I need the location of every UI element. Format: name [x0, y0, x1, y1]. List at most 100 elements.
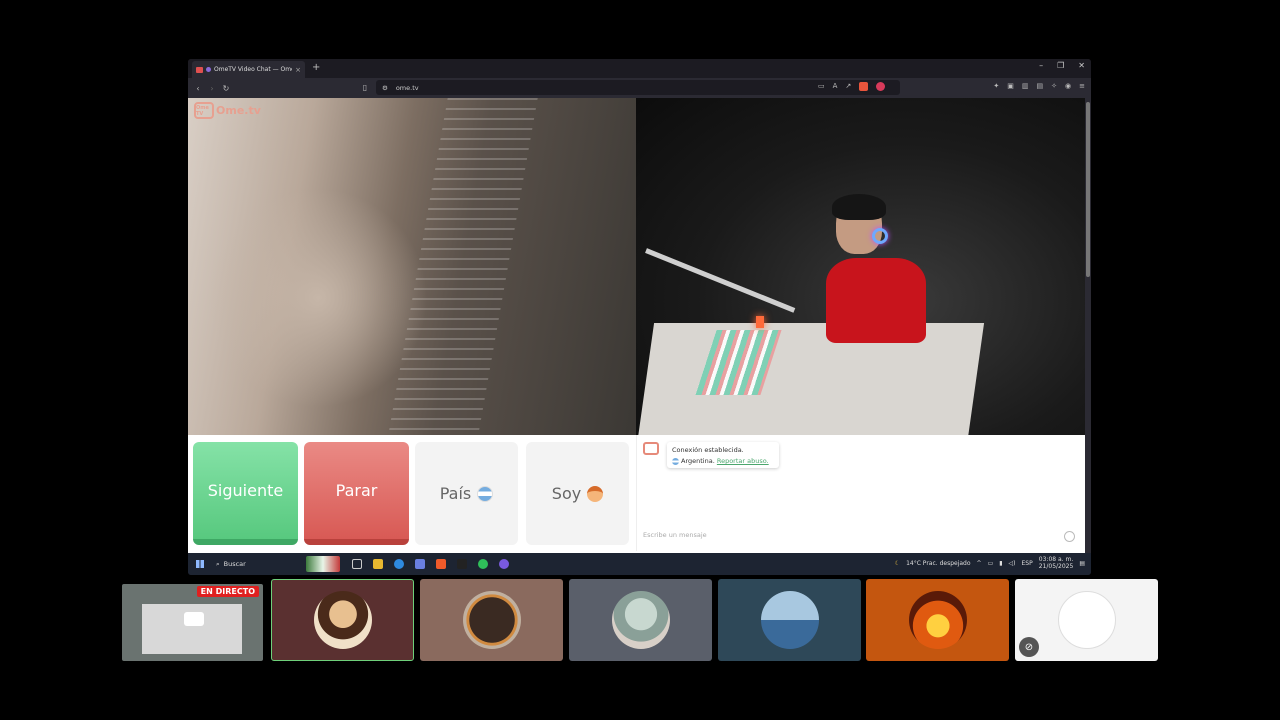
- next-button[interactable]: Siguiente: [193, 442, 298, 545]
- vpn-icon[interactable]: ◉: [1065, 82, 1071, 90]
- task-view-icon[interactable]: [352, 559, 362, 569]
- reload-icon[interactable]: ↻: [219, 84, 233, 93]
- tray-chevron-icon[interactable]: ^: [977, 560, 982, 567]
- store-icon[interactable]: [415, 559, 425, 569]
- share-icon[interactable]: ↗: [845, 82, 851, 91]
- system-message: Conexión establecida. Argentina. Reporta…: [667, 442, 779, 468]
- puzzle-icon[interactable]: ✧: [1051, 82, 1057, 90]
- menu-icon[interactable]: ≡: [1079, 82, 1085, 90]
- participant-5[interactable]: [718, 579, 861, 661]
- tab-ometv[interactable]: OmeTV Video Chat — Omeg ×: [192, 61, 305, 78]
- weather-text[interactable]: 14°C Prac. despejado: [906, 560, 970, 567]
- country-label: País: [439, 484, 472, 503]
- network-icon[interactable]: ▭: [988, 560, 994, 567]
- participant-avatar: [908, 591, 967, 649]
- window-controls: – ❐ ✕: [1039, 61, 1085, 70]
- participant-2[interactable]: [271, 579, 414, 661]
- minimize-button[interactable]: –: [1039, 61, 1043, 70]
- spotify-icon[interactable]: [478, 559, 488, 569]
- volume-icon[interactable]: ◁): [1009, 560, 1016, 567]
- headset-icon: [872, 228, 888, 244]
- next-label: Siguiente: [207, 481, 284, 500]
- windows-start-icon[interactable]: [196, 560, 204, 568]
- report-abuse-link[interactable]: Reportar abuso.: [717, 457, 769, 465]
- tab-bar: OmeTV Video Chat — Omeg × + – ❐ ✕: [188, 59, 1091, 78]
- brave-icon[interactable]: [436, 559, 446, 569]
- restore-button[interactable]: ❐: [1057, 61, 1064, 70]
- notifications-icon[interactable]: ▤: [1079, 560, 1085, 567]
- pinned-apps: [352, 559, 509, 569]
- bookmark-icon[interactable]: ▯: [358, 83, 372, 92]
- streamer: [826, 194, 936, 348]
- clock[interactable]: 03:08 a. m. 21/05/2025: [1039, 556, 1074, 570]
- translate-icon[interactable]: A: [833, 82, 838, 91]
- scroll-thumb[interactable]: [1086, 102, 1090, 277]
- message-input[interactable]: Escribe un mensaje: [643, 531, 1023, 545]
- taskbar-search[interactable]: ⌕ Buscar: [216, 560, 306, 569]
- forward-icon[interactable]: ›: [205, 84, 219, 93]
- video-blur-shape: [208, 188, 428, 408]
- gender-button[interactable]: Soy: [526, 442, 629, 545]
- gender-label: Soy: [551, 484, 582, 503]
- stranger-video: Ome TV Ome.tv: [188, 98, 636, 435]
- scrollbar[interactable]: [1085, 98, 1091, 553]
- navigation-bar: ‹ › ↻ ▯ ⚙ ome.tv ▭ A ↗ ✦ ▣ ▥ ▤ ✧ ◉ ≡: [188, 78, 1091, 98]
- tab-close-icon[interactable]: ×: [295, 66, 301, 74]
- participant-4[interactable]: [569, 579, 712, 661]
- stream-overlay-icon: [184, 612, 204, 626]
- hair: [832, 194, 886, 220]
- time: 03:08 a. m.: [1038, 556, 1074, 563]
- participant-3[interactable]: [420, 579, 563, 661]
- argentina-mini-flag-icon: [672, 457, 679, 465]
- obs-icon[interactable]: [499, 559, 509, 569]
- country-button[interactable]: País: [415, 442, 518, 545]
- brave-shield-icon[interactable]: [859, 82, 869, 91]
- participant-avatar: [611, 591, 670, 649]
- search-label: Buscar: [223, 560, 246, 568]
- tab-search-icon[interactable]: ▤: [1037, 82, 1044, 90]
- wallet-icon[interactable]: ▣: [1007, 82, 1014, 90]
- mic-arm: [645, 248, 796, 313]
- participant-avatar: [462, 591, 521, 649]
- country-line: Argentina. Reportar abuso.: [672, 456, 774, 467]
- brave-rewards-icon[interactable]: [876, 82, 886, 91]
- stop-button[interactable]: Parar: [304, 442, 409, 545]
- weather-icon: ☾: [894, 559, 901, 567]
- audio-indicator-icon: [206, 67, 211, 72]
- ometv-page: Ome TV Ome.tv Siguiente Parar País Soy C…: [188, 98, 1085, 553]
- extensions-icon[interactable]: ✦: [993, 82, 999, 90]
- ometv-favicon-icon: [196, 66, 203, 73]
- close-window-button[interactable]: ✕: [1078, 61, 1085, 70]
- terminal-icon[interactable]: [457, 559, 467, 569]
- stop-label: Parar: [335, 481, 378, 500]
- chat-panel: Conexión establecida. Argentina. Reporta…: [636, 435, 1085, 551]
- cast-icon[interactable]: ▭: [818, 82, 825, 91]
- url-text: ome.tv: [395, 83, 419, 92]
- file-explorer-icon[interactable]: [373, 559, 383, 569]
- live-stream-preview[interactable]: EN DIRECTO: [122, 584, 263, 661]
- lamp: [756, 316, 764, 328]
- chat-ometv-icon: [643, 442, 659, 455]
- new-tab-button[interactable]: +: [312, 62, 320, 73]
- argentina-flag-icon: [477, 485, 494, 502]
- connection-status: Conexión establecida.: [672, 446, 744, 454]
- shirt: [826, 258, 926, 343]
- edge-icon[interactable]: [394, 559, 404, 569]
- back-icon[interactable]: ‹: [191, 84, 205, 93]
- site-settings-icon[interactable]: ⚙: [382, 84, 388, 92]
- participant-avatar: [760, 591, 819, 649]
- microphone-icon[interactable]: ▮: [999, 560, 1002, 567]
- windows-taskbar: ⌕ Buscar ☾ 14°C Prac. despejado ^ ▭ ▮ ◁)…: [188, 553, 1091, 575]
- search-highlight-image[interactable]: [306, 556, 340, 572]
- toolbar-icons: ✦ ▣ ▥ ▤ ✧ ◉ ≡: [993, 82, 1085, 90]
- search-icon: ⌕: [216, 559, 220, 568]
- language-indicator[interactable]: ESP: [1022, 560, 1033, 567]
- live-badge: EN DIRECTO: [196, 586, 259, 597]
- participant-7[interactable]: ⊘: [1015, 579, 1158, 661]
- sidebar-icon[interactable]: ▥: [1022, 82, 1029, 90]
- participant-6[interactable]: [866, 579, 1009, 661]
- self-video: [636, 98, 1085, 435]
- boy-face-icon: [587, 485, 604, 502]
- emoji-icon[interactable]: [1064, 531, 1075, 542]
- ometv-logo: Ome TV Ome.tv: [194, 102, 261, 119]
